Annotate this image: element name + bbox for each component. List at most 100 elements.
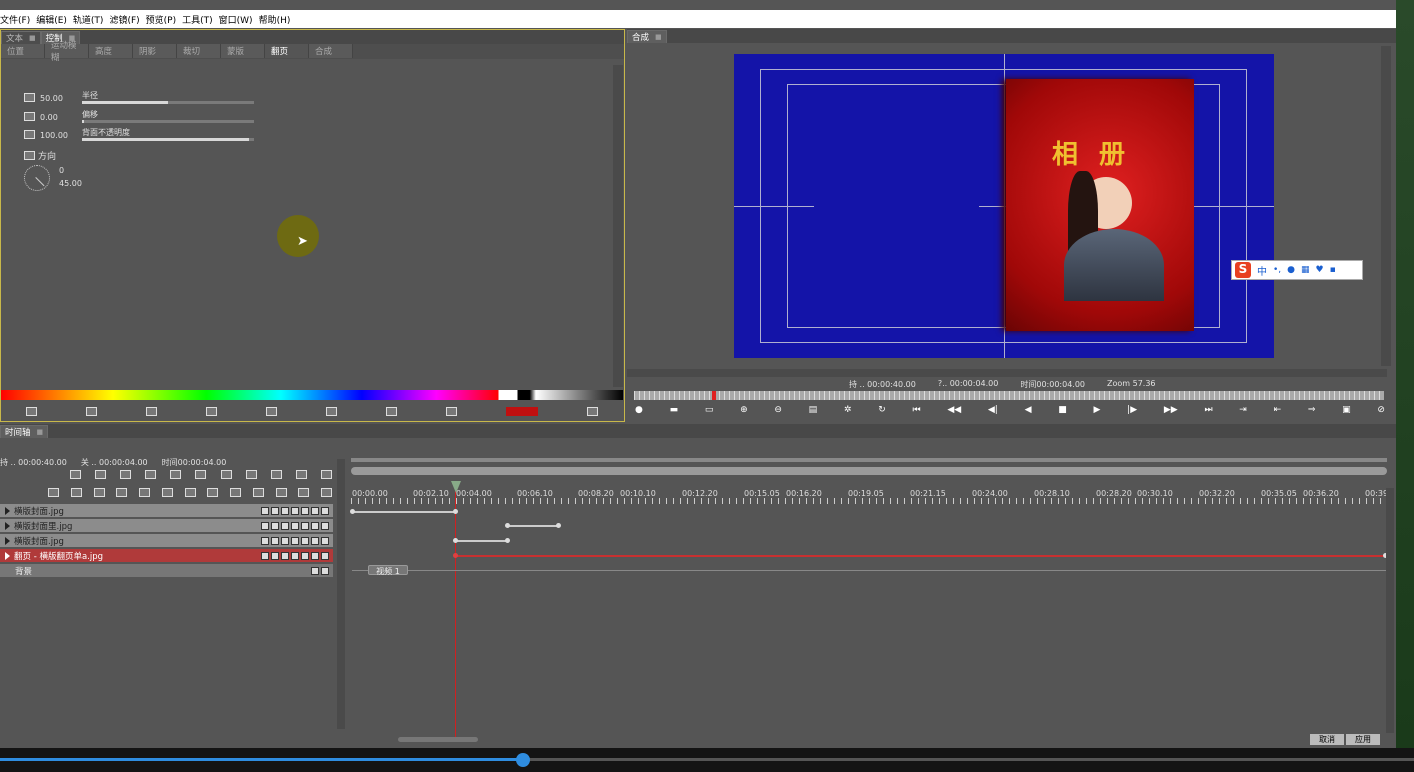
skin-icon[interactable]: ♥ (1316, 265, 1324, 275)
menu-help[interactable]: 帮助(H) (259, 13, 297, 26)
subtab-composite[interactable]: 合成 (309, 44, 353, 58)
tool-icon[interactable] (139, 488, 150, 497)
ime-toolbar[interactable]: S 中 •, ● ▦ ♥ ▪ (1231, 260, 1363, 280)
goto-icon[interactable]: ⇒ (1308, 405, 1316, 415)
prev-frame-icon[interactable]: ◀◀ (947, 405, 961, 415)
offset-value[interactable]: 0.00 (40, 113, 58, 122)
zoom-out-icon[interactable]: ⊖ (774, 405, 782, 415)
player-progress-knob[interactable] (516, 753, 530, 767)
expand-icon[interactable] (5, 536, 10, 545)
tab-timeline[interactable]: 时间轴 ■ (0, 425, 49, 438)
tab-text[interactable]: 文本 ■ (1, 31, 41, 44)
apply-button[interactable]: 应用 (1346, 734, 1380, 745)
tool-icon[interactable] (386, 406, 398, 416)
cancel-button[interactable]: 取消 (1310, 734, 1344, 745)
tool-icon[interactable] (145, 406, 157, 416)
tool-icon[interactable] (320, 470, 332, 479)
clip-keyframe[interactable] (350, 509, 355, 514)
tool-icon[interactable] (195, 470, 207, 479)
eye-icon[interactable] (271, 551, 279, 560)
mic-icon[interactable]: ● (1287, 265, 1295, 275)
direction-checkbox[interactable] (24, 151, 35, 160)
tool-icon[interactable] (95, 470, 107, 479)
track-toggle-icon[interactable] (301, 521, 309, 530)
menu-track[interactable]: 轨道(T) (73, 13, 110, 26)
eye-icon[interactable] (311, 566, 319, 575)
track-toggle-icon[interactable] (321, 536, 329, 545)
stop-icon[interactable]: ■ (1058, 405, 1067, 415)
radius-value[interactable]: 50.00 (40, 94, 63, 103)
key-icon[interactable] (506, 406, 539, 416)
render-icon[interactable]: ▣ (1342, 405, 1351, 415)
tool-icon[interactable] (85, 406, 97, 416)
preview-canvas[interactable]: 相 册 (734, 54, 1274, 358)
track-row-selected[interactable]: 翻页 - 横版翻页单a.jpg (0, 549, 333, 563)
go-end-icon[interactable]: ⏭ (1204, 405, 1212, 415)
track-toggle-icon[interactable] (321, 506, 329, 515)
track-toggle-icon[interactable] (261, 551, 269, 560)
control-scrollbar[interactable] (613, 65, 623, 387)
timeline-playhead[interactable] (455, 481, 456, 737)
tool-icon[interactable] (70, 488, 82, 497)
tool-icon[interactable] (270, 470, 282, 479)
eye-icon[interactable] (271, 521, 279, 530)
step-forward-icon[interactable]: |▶ (1127, 405, 1137, 415)
timeline-ruler[interactable] (351, 498, 1387, 504)
monitor-icon[interactable] (291, 551, 299, 560)
tool-icon[interactable] (252, 488, 264, 497)
expand-icon[interactable] (5, 506, 10, 515)
grid-icon[interactable]: ▪ (1330, 265, 1336, 275)
track-toggle-icon[interactable] (301, 506, 309, 515)
expand-icon[interactable] (5, 521, 10, 530)
preview-playhead[interactable] (712, 391, 716, 400)
subtab-motion-blur[interactable]: 运动模糊 (45, 41, 89, 63)
lock-icon[interactable] (311, 521, 319, 530)
track-toggle-icon[interactable] (261, 536, 269, 545)
track-toggle-icon[interactable] (301, 551, 309, 560)
go-start-icon[interactable]: ⏮ (912, 405, 920, 415)
disable-icon[interactable]: ⊘ (1377, 405, 1385, 415)
clip-keyframe[interactable] (556, 523, 561, 528)
tool-icon[interactable] (116, 488, 128, 497)
track-toggle-icon[interactable] (321, 521, 329, 530)
tool-icon[interactable] (145, 470, 157, 479)
tool-icon[interactable] (207, 488, 219, 497)
tool-icon[interactable] (120, 470, 132, 479)
lock-icon[interactable] (311, 506, 319, 515)
tool-icon[interactable] (161, 488, 173, 497)
menu-filter[interactable]: 滤镜(F) (109, 13, 145, 26)
page-turn-clip[interactable] (455, 555, 1386, 557)
timeline-zoom-bar[interactable] (351, 467, 1387, 475)
monitor-icon[interactable] (291, 536, 299, 545)
settings-icon[interactable]: ✲ (844, 405, 852, 415)
tool-icon[interactable] (93, 488, 105, 497)
radius-slider[interactable] (82, 101, 254, 104)
track-toggle-icon[interactable] (261, 506, 269, 515)
tab-composite[interactable]: 合成 ■ (627, 30, 667, 43)
monitor-icon[interactable] (321, 566, 329, 575)
monitor-icon[interactable] (291, 506, 299, 515)
ime-lang[interactable]: 中 (1257, 263, 1267, 278)
tool-icon[interactable] (587, 406, 599, 416)
menu-window[interactable]: 窗口(W) (219, 13, 259, 26)
clip-keyframe[interactable] (453, 538, 458, 543)
preview-ruler[interactable] (634, 391, 1384, 400)
color-picker-strip[interactable] (1, 390, 623, 400)
subtab-page-turn[interactable]: 翻页 (265, 44, 309, 58)
background-track-row[interactable]: 背景 (0, 564, 333, 578)
tool-icon[interactable] (265, 406, 277, 416)
opacity-value[interactable]: 100.00 (40, 131, 68, 140)
opacity-slider[interactable] (82, 138, 254, 141)
menu-file[interactable]: 文件(F) (0, 13, 36, 26)
close-icon[interactable]: ■ (29, 34, 36, 42)
step-back-icon[interactable]: ◀| (988, 405, 998, 415)
subtab-mask[interactable]: 蒙版 (221, 44, 265, 58)
tool-icon[interactable] (245, 470, 257, 479)
track-toggle-icon[interactable] (301, 536, 309, 545)
tool-icon[interactable] (220, 470, 232, 479)
close-icon[interactable]: ■ (655, 33, 662, 41)
timeline-overview-bar[interactable] (351, 458, 1387, 462)
safe-icon[interactable]: ▭ (705, 405, 714, 415)
close-icon[interactable]: ■ (37, 428, 44, 436)
track-toggle-icon[interactable] (281, 536, 289, 545)
